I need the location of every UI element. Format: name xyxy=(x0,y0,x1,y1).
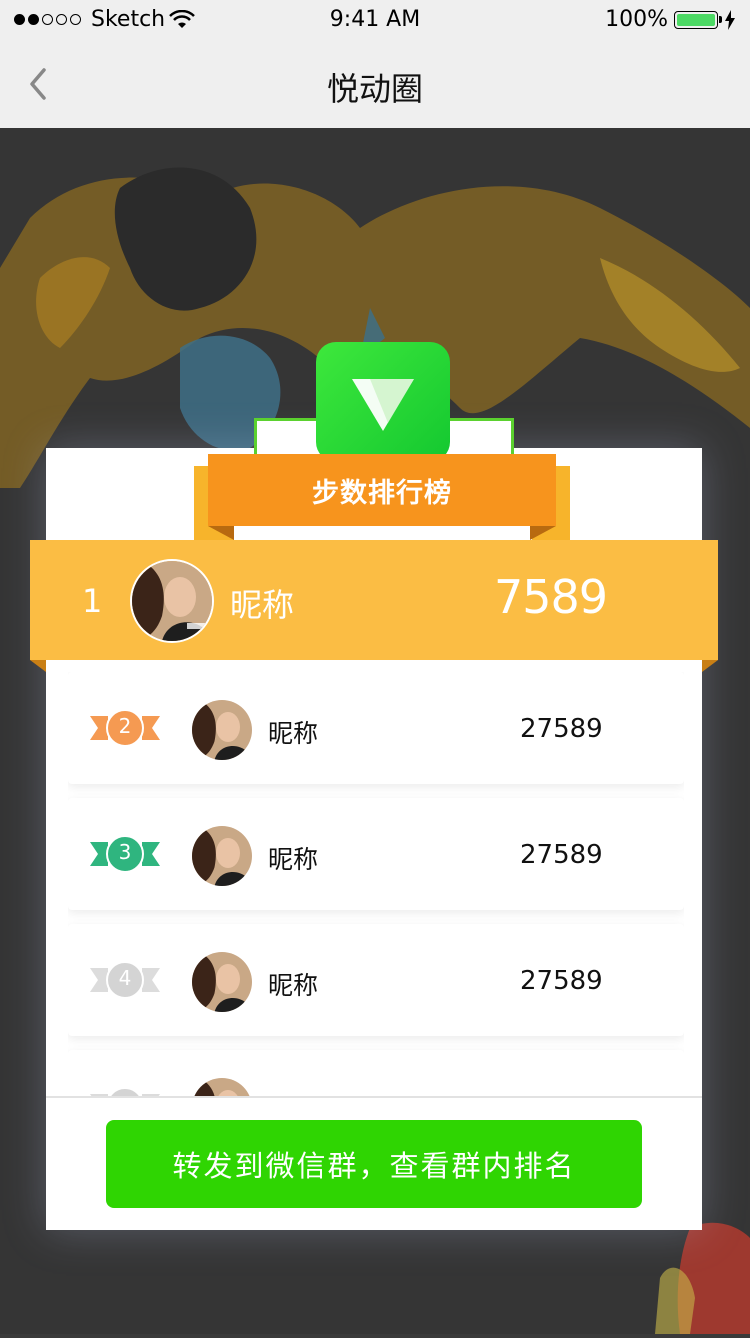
rank-badge: 3 xyxy=(90,834,160,874)
ribbon-fold-right xyxy=(530,526,556,540)
ribbon-fold-left xyxy=(208,526,234,540)
rank-number: 4 xyxy=(118,966,132,990)
list-item[interactable]: 5 昵称 xyxy=(68,1050,684,1096)
user-name: 昵称 xyxy=(268,719,319,748)
first-name: 昵称 xyxy=(230,586,295,624)
avatar xyxy=(192,826,252,886)
share-to-wechat-button[interactable]: 转发到微信群，查看群内排名 xyxy=(106,1120,642,1208)
rank-badge: 2 xyxy=(90,708,160,748)
status-right: 100% xyxy=(605,7,736,32)
step-count: 27589 xyxy=(520,840,603,870)
avatar xyxy=(192,700,252,760)
list-item[interactable]: 3 昵称 27589 xyxy=(68,798,684,910)
app-logo-icon xyxy=(352,379,414,431)
avatar xyxy=(192,952,252,1012)
rank-number: 2 xyxy=(118,714,132,738)
step-count: 27589 xyxy=(520,714,603,744)
avatar-image xyxy=(192,952,252,1012)
rank-badge: 5 xyxy=(90,1086,160,1096)
avatar-image xyxy=(192,1078,252,1096)
status-bar: Sketch 9:41 AM 100% xyxy=(0,0,750,40)
list-item[interactable]: 4 昵称 27589 xyxy=(68,924,684,1036)
first-rank: 1 xyxy=(82,582,103,620)
leaderboard-title: 步数排行榜 xyxy=(208,454,556,526)
list-item[interactable]: 2 昵称 27589 xyxy=(68,672,684,784)
user-name: 昵称 xyxy=(268,971,319,1000)
rank-number: 3 xyxy=(118,840,132,864)
divider xyxy=(46,1096,702,1098)
avatar-image xyxy=(132,561,212,641)
avatar-image xyxy=(192,700,252,760)
charging-icon xyxy=(725,9,735,30)
first-place-row[interactable]: 1 昵称 7589 xyxy=(30,540,718,660)
first-fold-left xyxy=(30,660,46,672)
app-logo xyxy=(316,342,450,462)
first-steps: 7589 xyxy=(494,570,608,624)
rank-badge: 4 xyxy=(90,960,160,1000)
page-title: 悦动圈 xyxy=(326,70,423,108)
avatar xyxy=(130,559,214,643)
avatar-image xyxy=(192,826,252,886)
step-count: 27589 xyxy=(520,966,603,996)
user-name: 昵称 xyxy=(268,845,319,874)
battery-percent: 100% xyxy=(605,7,668,32)
avatar xyxy=(192,1078,252,1096)
first-fold-right xyxy=(702,660,718,672)
battery-icon xyxy=(674,10,722,29)
ranking-list[interactable]: 2 昵称 27589 3 昵称 27589 4 昵称 27589 xyxy=(68,672,684,1096)
nav-bar: 悦动圈 xyxy=(0,40,750,128)
